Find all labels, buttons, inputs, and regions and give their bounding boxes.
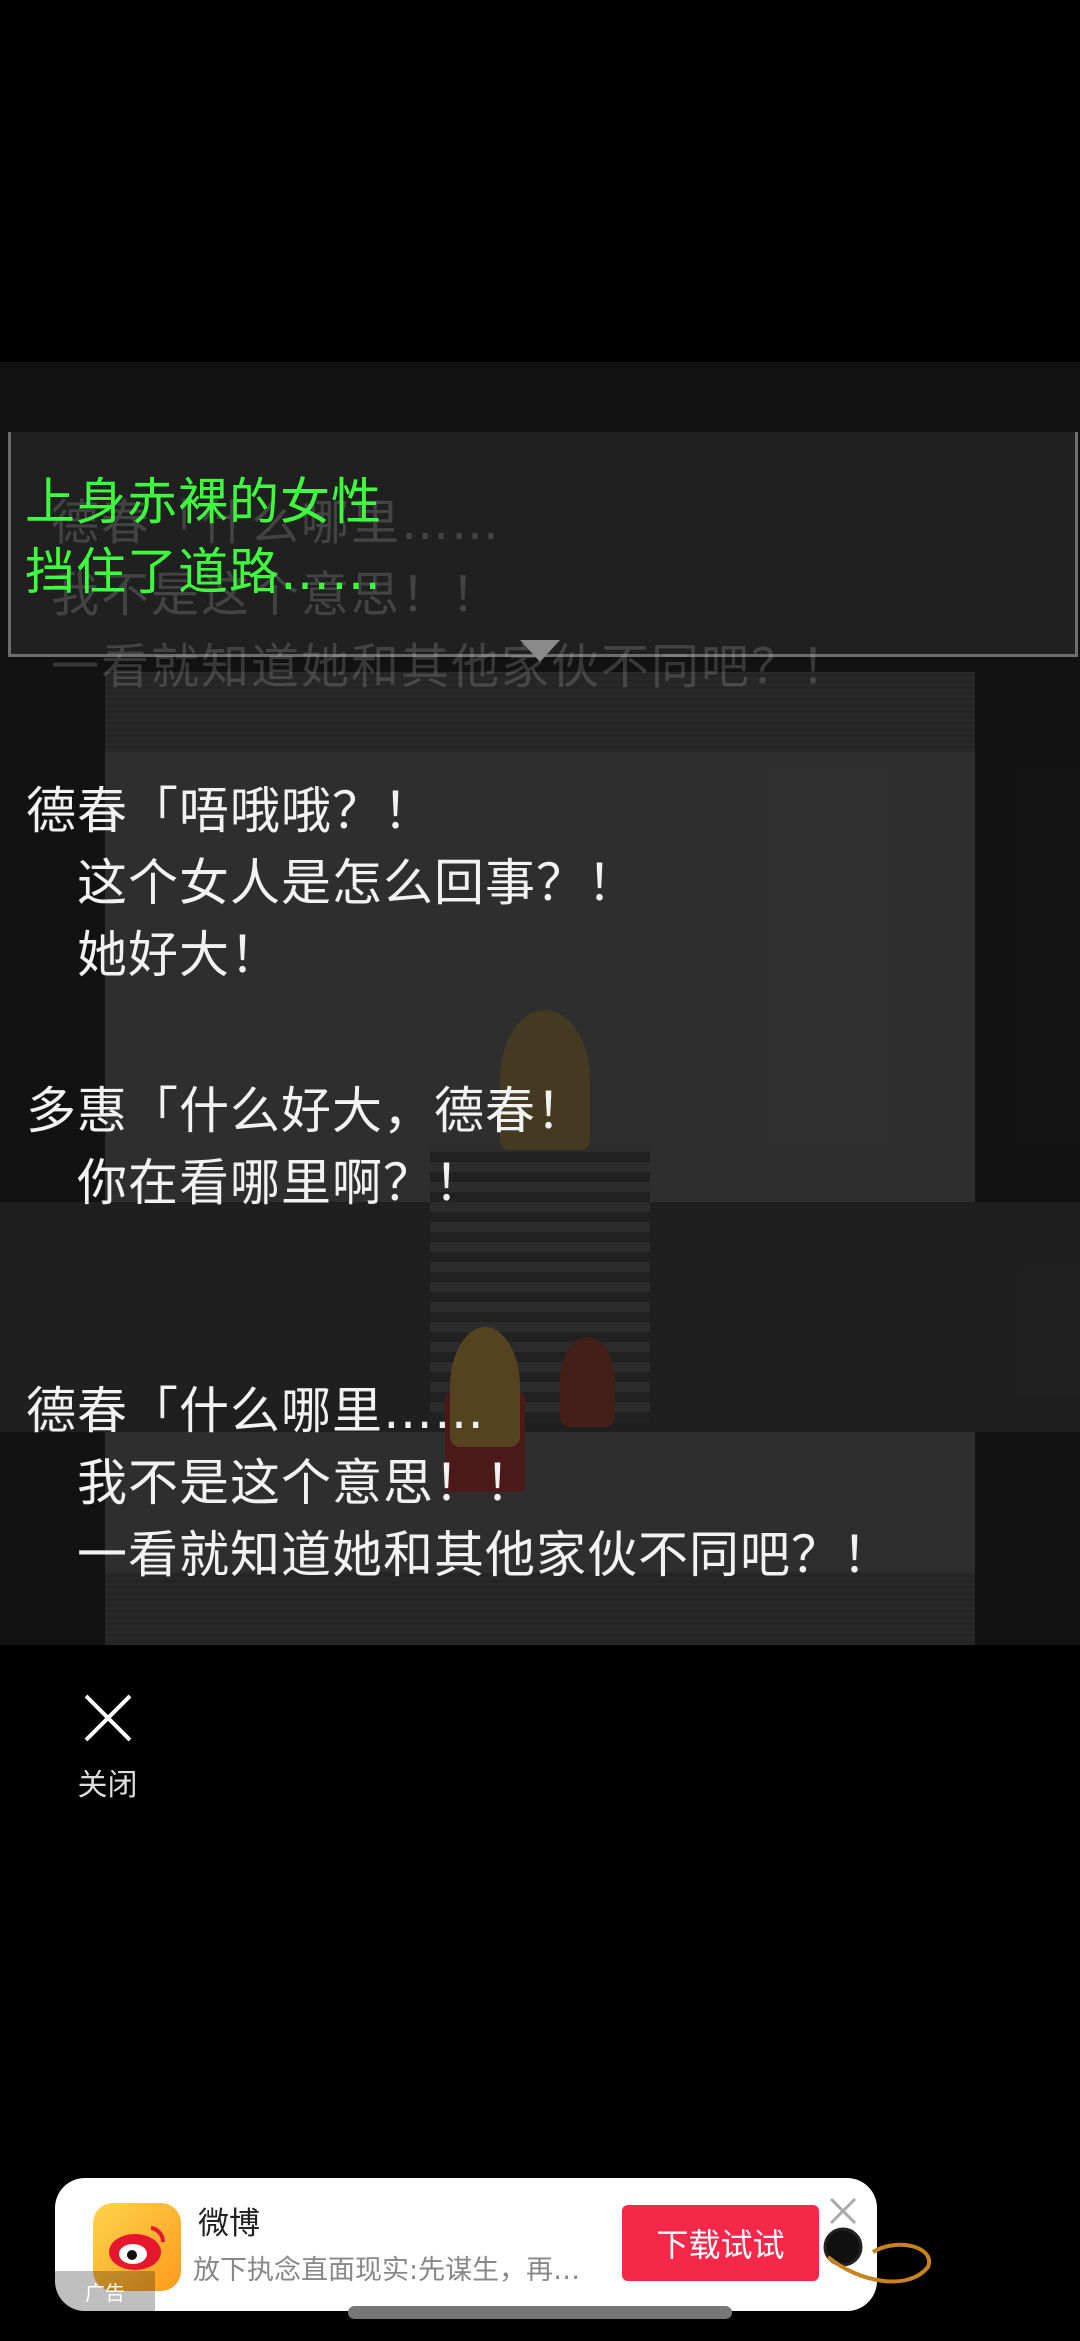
dialogue-line: 一看就知道她和其他家伙不同吧？！ [26, 1526, 893, 1584]
game-screen[interactable]: 德春「什么哪里…… 我不是这个意思！！ 一看就知道她和其他家伙不同吧？！ 上身赤… [0, 362, 1080, 1645]
ad-description: 放下执念直面现实:先谋生，再… [193, 2255, 581, 2286]
ad-download-button[interactable]: 下载试试 [622, 2205, 819, 2281]
narration-line-1: 上身赤裸的女性 [25, 473, 382, 531]
continue-arrow-icon [520, 640, 560, 662]
dialogue-block: 多惠「什么好大，德春！ 你在看哪里啊？！ [26, 1075, 587, 1219]
narration-text: 上身赤裸的女性 挡住了道路…… [25, 467, 382, 607]
ad-app-name: 微博 [198, 2206, 260, 2242]
dialogue-line: 多惠「什么好大，德春！ [26, 1082, 587, 1140]
dialogue-line: 我不是这个意思！！ [26, 1454, 536, 1512]
dialogue-line: 你在看哪里啊？！ [26, 1154, 485, 1212]
close-button[interactable]: 关闭 [60, 1690, 155, 1810]
narration-line-2: 挡住了道路…… [25, 543, 382, 601]
doodle-icon [823, 2227, 932, 2284]
home-indicator[interactable] [348, 2306, 732, 2319]
close-label: 关闭 [77, 1768, 138, 1803]
close-x-icon [84, 1694, 131, 1742]
dialogue-line: 这个女人是怎么回事？！ [26, 854, 638, 912]
ad-badge-label: 广告 [85, 2280, 125, 2305]
ad-banner[interactable]: 微博 放下执念直面现实:先谋生，再… 下载试试 广告 [55, 2178, 877, 2311]
dialogue-block: 德春「什么哪里…… 我不是这个意思！！ 一看就知道她和其他家伙不同吧？！ [26, 1375, 893, 1591]
dialogue-block: 德春「唔哦哦？！ 这个女人是怎么回事？！ 她好大！ [26, 775, 638, 991]
dialogue-line: 她好大！ [26, 926, 281, 984]
dialogue-line: 德春「什么哪里…… [26, 1382, 485, 1440]
dialogue-line: 德春「唔哦哦？！ [26, 782, 434, 840]
history-line-3: 一看就知道她和其他家伙不同吧？！ [51, 639, 852, 695]
ad-badge: 广告 [55, 2271, 155, 2311]
